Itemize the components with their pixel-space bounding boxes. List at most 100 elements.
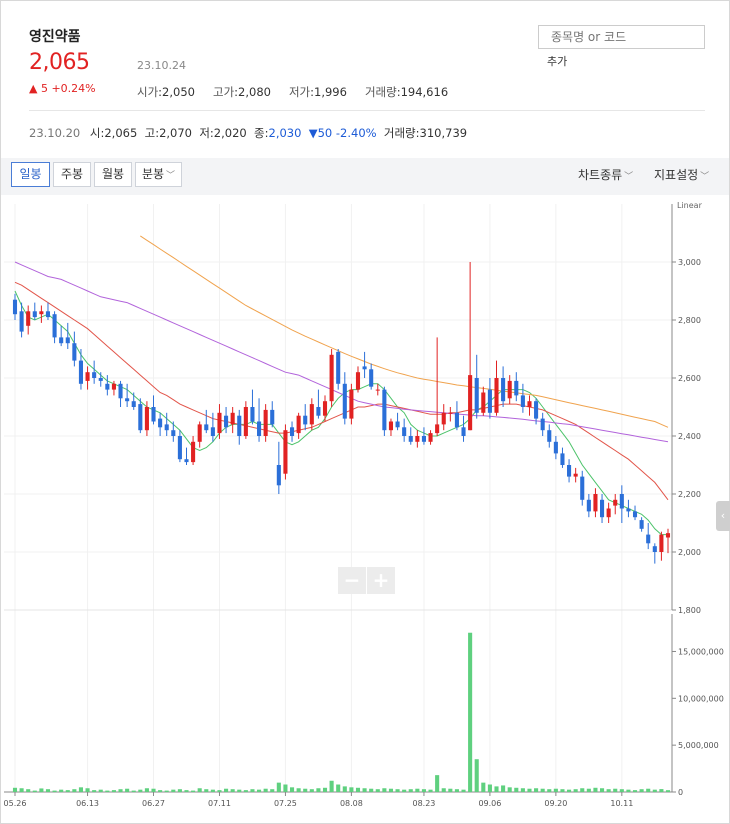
chevron-down-icon: ﹀ xyxy=(700,172,710,182)
candle-body xyxy=(296,415,301,434)
volume-bar xyxy=(85,788,90,792)
volume-bar xyxy=(191,790,196,792)
candle-body xyxy=(263,409,268,436)
candle-body xyxy=(652,546,657,552)
candle-body xyxy=(567,465,572,477)
candle xyxy=(349,383,354,425)
candle-body xyxy=(32,311,37,318)
date-tick-label: 05.26 xyxy=(4,799,27,808)
candle-body xyxy=(111,383,116,390)
chevron-left-icon[interactable]: ‹ xyxy=(716,501,730,531)
volume-bar xyxy=(567,789,572,792)
volume-bar xyxy=(448,788,453,792)
volume-bar xyxy=(230,789,235,792)
volume-bar xyxy=(329,780,334,792)
volume-bar xyxy=(408,789,413,792)
current-price: 2,065 xyxy=(29,50,90,75)
volume-bar xyxy=(560,789,565,792)
candle-body xyxy=(12,299,18,315)
zoom-in-button[interactable]: + xyxy=(367,567,395,594)
candle-body xyxy=(243,407,248,436)
open-stat: 시가:2,050 xyxy=(137,85,195,99)
price-change-value: 5 +0.24% xyxy=(40,82,96,95)
candle-body xyxy=(197,424,202,442)
candle-body xyxy=(632,511,638,518)
volume-stat: 거래량:194,616 xyxy=(364,85,449,99)
volume-bar xyxy=(487,784,492,792)
candle-body xyxy=(540,418,545,431)
tab-daily[interactable]: 일봉 xyxy=(11,162,50,187)
candle-body xyxy=(237,415,242,436)
divider xyxy=(29,110,705,111)
volume-bar xyxy=(382,788,387,792)
candle-body xyxy=(303,415,308,425)
candle-body xyxy=(164,424,169,431)
candle-body xyxy=(59,337,64,344)
candle-body xyxy=(395,421,400,428)
stock-chart[interactable]: Linear 1,800 2,000 2,200 2,400 2,600 2,800 3,00… xyxy=(0,196,730,824)
volume-bar xyxy=(204,789,209,792)
volume-bar xyxy=(92,790,97,792)
volume-bar xyxy=(369,788,374,792)
candle-body xyxy=(329,354,334,402)
candle-body xyxy=(375,389,380,391)
volume-bar xyxy=(402,789,407,792)
volume-bar xyxy=(580,788,585,792)
candle-body xyxy=(184,459,189,463)
date-tick-label: 09.20 xyxy=(544,799,567,808)
candle-body xyxy=(316,407,321,416)
candle-body xyxy=(224,415,229,428)
volume-bar xyxy=(573,789,578,792)
add-button[interactable]: 추가 xyxy=(547,53,567,69)
stock-search-input[interactable] xyxy=(538,25,705,49)
volume-bar xyxy=(243,790,248,792)
price-tick-label: 2,000 xyxy=(678,548,701,557)
volume-bar xyxy=(520,788,525,792)
date-tick-label: 06.13 xyxy=(76,799,99,808)
candle-body xyxy=(151,407,156,422)
volume-bar xyxy=(639,789,644,792)
candle-body xyxy=(665,533,671,538)
candle-body xyxy=(158,418,163,428)
volume-bar xyxy=(111,790,116,792)
volume-bar xyxy=(441,788,446,792)
price-panel xyxy=(4,204,672,610)
volume-bar xyxy=(125,788,130,792)
candle-body xyxy=(613,499,618,506)
candle-body xyxy=(481,392,486,413)
volume-bar xyxy=(184,790,189,792)
candle-body xyxy=(92,372,97,378)
candle-body xyxy=(19,311,24,332)
zoom-control: − + xyxy=(338,567,395,594)
tab-weekly[interactable]: 주봉 xyxy=(53,162,91,187)
candle-body xyxy=(85,372,90,381)
candle-body xyxy=(118,383,123,399)
chart-type-dropdown[interactable]: 차트종류 ﹀ xyxy=(578,166,633,183)
candle-body xyxy=(441,412,446,425)
price-tick-label: 2,400 xyxy=(678,432,701,441)
volume-bar xyxy=(415,788,420,792)
volume-bar xyxy=(309,789,314,792)
tab-minute[interactable]: 분봉 ﹀ xyxy=(135,162,182,187)
zoom-out-button[interactable]: − xyxy=(338,567,366,594)
candle-body xyxy=(487,389,492,413)
stock-name: 영진약품 xyxy=(29,29,81,45)
candle-body xyxy=(428,433,433,442)
candle-body xyxy=(468,375,473,431)
candle-body xyxy=(619,494,624,509)
volume-bar xyxy=(45,789,51,792)
candle-body xyxy=(454,412,459,428)
candle-body xyxy=(514,380,519,396)
price-tick-label: 2,600 xyxy=(678,374,701,383)
volume-bar xyxy=(65,790,70,792)
candle-body xyxy=(230,412,235,425)
volume-bar xyxy=(606,789,611,792)
volume-bar xyxy=(593,787,598,792)
tab-monthly[interactable]: 월봉 xyxy=(94,162,132,187)
candle-body xyxy=(250,407,255,422)
candle-body xyxy=(78,360,84,384)
indicator-settings-dropdown[interactable]: 지표설정 ﹀ xyxy=(654,166,709,183)
candle-body xyxy=(553,441,558,454)
volume-bar xyxy=(250,789,255,792)
date-tick-label: 09.06 xyxy=(478,799,501,808)
